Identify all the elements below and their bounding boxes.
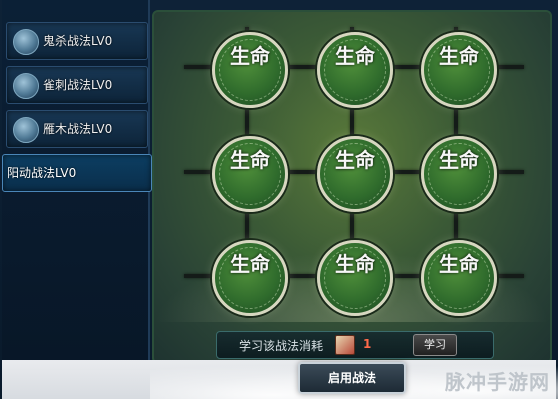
life-node-label: 生命 <box>230 252 270 276</box>
sidebar-item-yanmu[interactable]: 雁木战法LV0 <box>6 110 148 148</box>
tactic-icon <box>13 117 39 143</box>
life-node[interactable]: 生命 <box>212 240 288 316</box>
sidebar-item-label: 鬼杀战法LV0 <box>43 34 113 48</box>
sidebar-item-label: 阳动战法LV0 <box>7 166 77 180</box>
sidebar-item-yangdong[interactable]: 阳动战法LV0 <box>2 154 152 192</box>
tactic-icon <box>13 73 39 99</box>
life-node[interactable]: 生命 <box>317 136 393 212</box>
life-node-label: 生命 <box>230 44 270 68</box>
sidebar-item-label: 雁木战法LV0 <box>43 122 113 136</box>
learn-cost-value: 1 <box>363 337 372 351</box>
life-node-label: 生命 <box>439 148 479 172</box>
life-node[interactable]: 生命 <box>421 136 497 212</box>
sidebar-item-guisha[interactable]: 鬼杀战法LV0 <box>6 22 148 60</box>
tactic-board: 生命 生命 生命 生命 生命 生命 生命 生命 生命 <box>152 10 552 364</box>
learn-button[interactable]: 学习 <box>413 334 457 356</box>
learn-cost-label: 学习该战法消耗 <box>239 339 324 353</box>
life-node[interactable]: 生命 <box>317 240 393 316</box>
life-node[interactable]: 生命 <box>421 240 497 316</box>
tactic-icon <box>13 29 39 55</box>
life-node-label: 生命 <box>335 44 375 68</box>
watermark-text: 脉冲手游网 <box>445 370 550 394</box>
scroll-item-icon <box>335 335 355 355</box>
learn-cost-bar: 学习该战法消耗 1 学习 <box>216 331 494 359</box>
tactics-sidebar: 鬼杀战法LV0 雀刺战法LV0 雁木战法LV0 阳动战法LV0 <box>2 0 152 399</box>
life-node[interactable]: 生命 <box>212 32 288 108</box>
life-node[interactable]: 生命 <box>421 32 497 108</box>
life-node[interactable]: 生命 <box>212 136 288 212</box>
life-node-label: 生命 <box>335 252 375 276</box>
life-node-label: 生命 <box>230 148 270 172</box>
life-node-label: 生命 <box>439 44 479 68</box>
life-node-label: 生命 <box>439 252 479 276</box>
sidebar-item-queci[interactable]: 雀刺战法LV0 <box>6 66 148 104</box>
life-node[interactable]: 生命 <box>317 32 393 108</box>
sidebar-item-label: 雀刺战法LV0 <box>43 78 113 92</box>
life-node-label: 生命 <box>335 148 375 172</box>
enable-tactic-button[interactable]: 启用战法 <box>298 362 406 394</box>
